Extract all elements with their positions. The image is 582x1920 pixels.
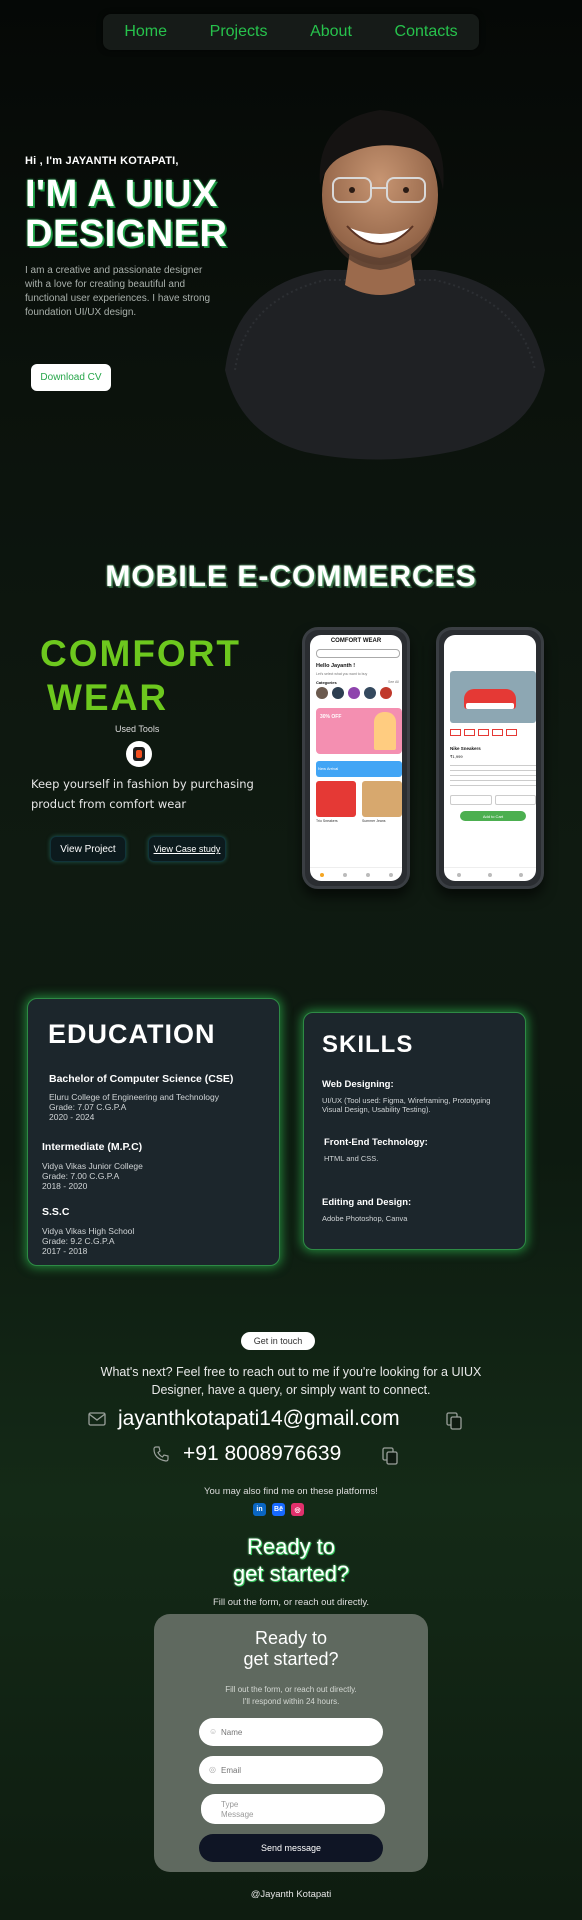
copy-email-icon[interactable]: [446, 1412, 462, 1430]
ready-heading: Ready to get started?: [0, 1533, 582, 1587]
view-case-study-button[interactable]: View Case study: [148, 836, 226, 862]
project-description: Keep yourself in fashion by purchasing p…: [31, 777, 254, 811]
skill-entry: Front-End Technology: HTML and CSS.: [324, 1137, 514, 1164]
nav-contacts[interactable]: Contacts: [395, 23, 458, 41]
nav-projects[interactable]: Projects: [210, 23, 268, 41]
used-tools-label: Used Tools: [115, 724, 160, 734]
mock-greeting: Hello Jayanth !: [316, 663, 356, 669]
project-name-line2: WEAR: [47, 677, 169, 718]
skill-detail: HTML and CSS.: [324, 1154, 379, 1163]
edu-grade: Grade: 9.2 C.G.P.A: [42, 1236, 115, 1246]
edu-degree: Bachelor of Computer Science (CSE): [49, 1073, 234, 1085]
skill-detail: Adobe Photoshop, Canva: [322, 1214, 408, 1223]
education-title: EDUCATION: [48, 1019, 216, 1049]
skills-title: SKILLS: [322, 1031, 414, 1058]
social-links: in Bē ◎: [253, 1503, 304, 1516]
phone-mockup-home: COMFORT WEAR Hello Jayanth ! Let's selec…: [302, 627, 410, 889]
phone-number[interactable]: +91 8008976639: [183, 1442, 341, 1466]
form-subtitle: Fill out the form, or reach out directly…: [154, 1684, 428, 1708]
mock-subtitle: Let's select what you want to buy: [316, 672, 368, 676]
linkedin-icon[interactable]: in: [253, 1503, 266, 1516]
behance-icon[interactable]: Bē: [272, 1503, 285, 1516]
edu-entry: Bachelor of Computer Science (CSE) Eluru…: [49, 1073, 274, 1122]
ready-line1: Ready to: [246, 1534, 336, 1559]
ready-line2: get started?: [232, 1561, 350, 1586]
edu-entry: S.S.C Vidya Vikas High School Grade: 9.2…: [42, 1206, 267, 1256]
email-input[interactable]: [199, 1756, 383, 1784]
send-message-button[interactable]: Send message: [199, 1834, 383, 1862]
form-title: Ready to get started?: [154, 1628, 428, 1670]
skill-entry: Web Designing: UI/UX (Tool used: Figma, …: [322, 1079, 512, 1114]
copy-phone-icon[interactable]: [382, 1447, 398, 1465]
skill-entry: Editing and Design: Adobe Photoshop, Can…: [322, 1197, 512, 1224]
edu-degree: Intermediate (M.P.C): [42, 1141, 143, 1153]
name-input[interactable]: [199, 1718, 383, 1746]
phone-icon: [153, 1446, 169, 1462]
top-nav: Home Projects About Contacts: [103, 14, 479, 50]
section-title-mobile-ecommerce: MOBILE E-COMMERCES: [105, 560, 477, 593]
skills-card: SKILLS Web Designing: UI/UX (Tool used: …: [303, 1012, 526, 1250]
edu-degree: S.S.C: [42, 1206, 70, 1218]
message-placeholder: Message: [221, 1810, 254, 1819]
skill-heading: Editing and Design:: [322, 1197, 412, 1208]
phone-mockup-product: Nike Sneakers ₹1,999 Add to Cart: [436, 627, 544, 889]
mock-brand: COMFORT WEAR: [330, 638, 382, 644]
message-textarea[interactable]: Type Message: [201, 1794, 385, 1824]
skill-heading: Front-End Technology:: [324, 1137, 428, 1148]
edu-grade: Grade: 7.00 C.G.P.A: [42, 1171, 120, 1181]
type-placeholder: Type: [221, 1800, 239, 1809]
email-row: jayanthkotapati14@gmail.com: [88, 1407, 488, 1433]
ready-subtitle: Fill out the form, or reach out directly…: [212, 1597, 370, 1608]
name-field-wrap: ☺: [199, 1718, 383, 1746]
project-name: COMFORT WEAR: [40, 632, 280, 720]
skill-detail: UI/UX (Tool used: Figma, Wireframing, Pr…: [322, 1096, 491, 1114]
form-title-line1: Ready to: [254, 1628, 328, 1648]
mock-item1: Trio Sneakers: [316, 819, 338, 823]
form-title-line2: get started?: [243, 1649, 339, 1669]
mock-add-cart: Add to Cart: [460, 811, 526, 821]
edu-school: Vidya Vikas Junior College: [42, 1161, 143, 1171]
hero-description: I am a creative and passionate designer …: [25, 265, 211, 318]
edu-years: 2017 - 2018: [42, 1246, 88, 1256]
mock-promo: 30% OFF: [320, 714, 342, 720]
mock-new-arrival: New Arrival: [318, 766, 339, 771]
edu-school: Vidya Vikas High School: [42, 1226, 135, 1236]
figma-icon: [126, 741, 152, 767]
find-me-text: You may also find me on these platforms!: [204, 1486, 378, 1497]
edu-years: 2020 - 2024: [49, 1112, 95, 1122]
mock-see-all: See All: [388, 680, 399, 684]
edu-years: 2018 - 2020: [42, 1181, 88, 1191]
edu-grade: Grade: 7.07 C.G.P.A: [49, 1102, 127, 1112]
mock-item2: Summer Jeans: [362, 819, 386, 823]
get-in-touch-pill: Get in touch: [241, 1332, 315, 1350]
form-sub-line1: Fill out the form, or reach out directly…: [225, 1685, 357, 1694]
education-card: EDUCATION Bachelor of Computer Science (…: [27, 998, 280, 1266]
download-cv-button[interactable]: Download CV: [31, 364, 111, 391]
nav-about[interactable]: About: [310, 23, 352, 41]
skill-heading: Web Designing:: [322, 1079, 394, 1090]
project-name-line1: COMFORT: [40, 633, 242, 674]
mock-product-price: ₹1,999: [450, 754, 463, 759]
form-sub-line2: I'll respond within 24 hours.: [242, 1697, 340, 1706]
footer-credit: @Jayanth Kotapati: [250, 1889, 332, 1900]
mock-product-name: Nike Sneakers: [450, 746, 481, 751]
user-icon: ☺: [209, 1727, 218, 1736]
edu-school: Eluru College of Engineering and Technol…: [49, 1092, 219, 1102]
portrait-photo: [225, 110, 545, 460]
edu-entry: Intermediate (M.P.C) Vidya Vikas Junior …: [42, 1141, 267, 1191]
email-address[interactable]: jayanthkotapati14@gmail.com: [118, 1407, 400, 1431]
instagram-icon[interactable]: ◎: [291, 1503, 304, 1516]
mock-categories: Categories: [316, 680, 337, 685]
nav-home[interactable]: Home: [124, 23, 167, 41]
at-icon: ◎: [209, 1765, 216, 1774]
view-project-button[interactable]: View Project: [50, 836, 126, 862]
email-field-wrap: ◎: [199, 1756, 383, 1784]
contact-intro: What's next? Feel free to reach out to m…: [100, 1365, 482, 1397]
hero-greeting: Hi , I'm JAYANTH KOTAPATI,: [25, 155, 179, 167]
phone-row: +91 8008976639: [153, 1442, 413, 1468]
mail-icon: [88, 1412, 106, 1426]
contact-form: Ready to get started? Fill out the form,…: [154, 1614, 428, 1872]
